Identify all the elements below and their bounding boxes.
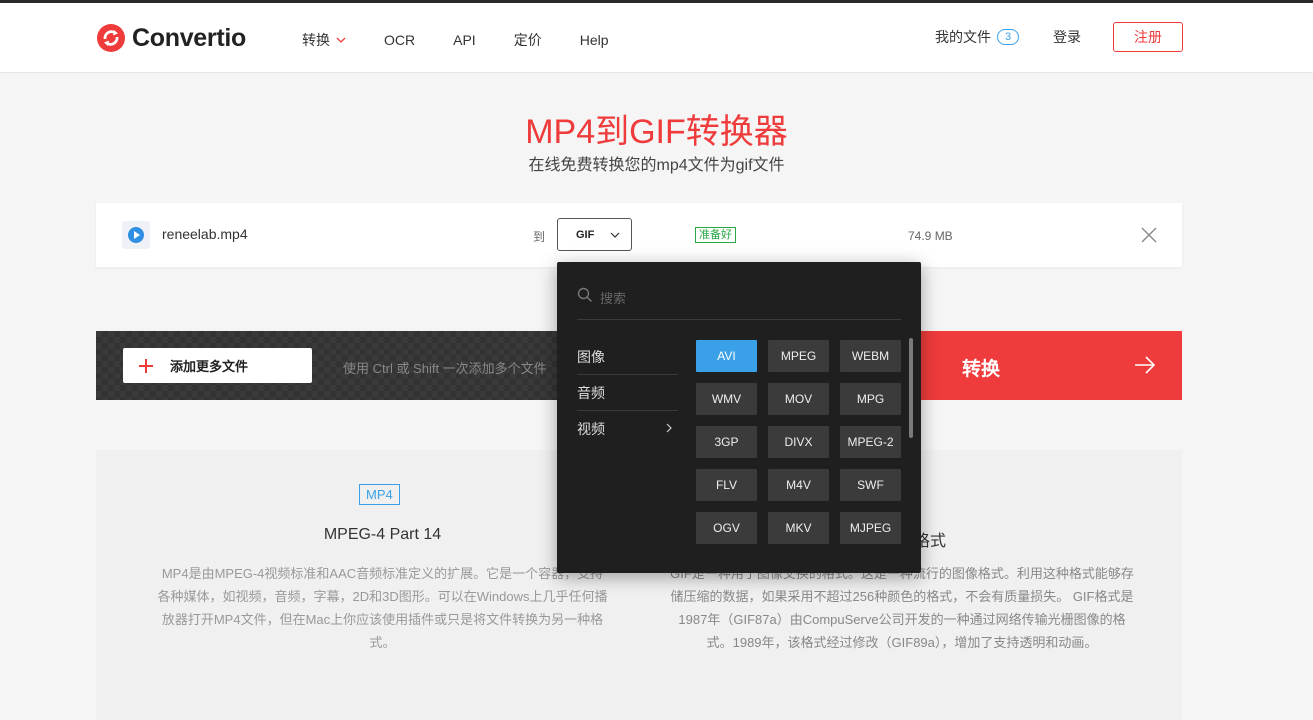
logo-text: Convertio	[132, 23, 246, 52]
file-count-badge: 3	[997, 29, 1019, 45]
format-option-mjpeg[interactable]: MJPEG	[840, 512, 901, 544]
chevron-down-icon	[610, 232, 620, 238]
category-video[interactable]: 视频	[577, 411, 678, 447]
account-nav: 我的文件 3 登录 注册	[935, 22, 1183, 52]
category-image-label: 图像	[577, 349, 605, 365]
file-size: 74.9 MB	[908, 229, 953, 243]
file-row: reneelab.mp4 到 GIF 准备好 74.9 MB	[96, 203, 1182, 267]
nav-pricing[interactable]: 定价	[514, 30, 542, 50]
chevron-down-icon	[336, 37, 346, 43]
signup-button[interactable]: 注册	[1113, 22, 1183, 52]
format-option-mkv[interactable]: MKV	[768, 512, 829, 544]
logo[interactable]: Convertio	[96, 23, 246, 53]
format-option-mpg[interactable]: MPG	[840, 383, 901, 415]
nav-ocr[interactable]: OCR	[384, 30, 415, 50]
logo-icon	[97, 24, 125, 52]
category-audio[interactable]: 音频	[577, 375, 678, 411]
close-icon[interactable]	[1140, 226, 1158, 244]
page-subtitle: 在线免费转换您的mp4文件为gif文件	[528, 157, 785, 174]
my-files-label: 我的文件	[935, 29, 991, 45]
nav-help-label: Help	[579, 32, 609, 48]
arrow-right-icon	[1135, 356, 1156, 374]
play-icon	[128, 227, 144, 243]
dropdown-scrollbar[interactable]	[909, 338, 913, 438]
add-more-files-label: 添加更多文件	[170, 359, 249, 374]
search-placeholder: 搜索	[600, 291, 627, 306]
category-audio-label: 音频	[577, 385, 605, 401]
format-option-wmv[interactable]: WMV	[696, 383, 757, 415]
convert-button[interactable]: 转换	[919, 331, 1182, 400]
format-grid: AVI MPEG WEBM WMV MOV MPG 3GP DIVX MPEG-…	[696, 340, 902, 544]
nav-api[interactable]: API	[453, 30, 476, 50]
target-format-select[interactable]: GIF	[557, 218, 632, 251]
category-video-label: 视频	[577, 421, 605, 437]
source-format-description: MP4是由MPEG-4视频标准和AAC音频标准定义的扩展。它是一个容器，支持各种…	[157, 566, 608, 650]
add-more-files-button[interactable]: 添加更多文件	[123, 348, 312, 383]
page-title: MP4到GIF转换器	[525, 113, 788, 151]
format-option-ogv[interactable]: OGV	[696, 512, 757, 544]
nav-api-label: API	[453, 32, 476, 48]
chevron-right-icon	[666, 423, 672, 433]
target-format-description: GIF是一种用于图像交换的格式。这是一种流行的图像格式。利用这种格式能够存储压缩…	[670, 566, 1134, 650]
format-option-3gp[interactable]: 3GP	[696, 426, 757, 458]
my-files-link[interactable]: 我的文件 3	[935, 27, 1019, 47]
target-format-value: GIF	[576, 229, 595, 241]
file-name: reneelab.mp4	[162, 226, 248, 242]
format-search-input[interactable]: 搜索	[577, 284, 901, 320]
format-option-webm[interactable]: WEBM	[840, 340, 901, 372]
site-header: Convertio 转换 OCR API 定价 Help 我的文件 3 登录 注…	[0, 3, 1313, 73]
search-icon	[577, 287, 592, 302]
status-badge: 准备好	[695, 227, 736, 243]
format-option-mov[interactable]: MOV	[768, 383, 829, 415]
convert-label: 转换	[962, 359, 1001, 380]
format-option-mpeg-2[interactable]: MPEG-2	[840, 426, 901, 458]
format-option-flv[interactable]: FLV	[696, 469, 757, 501]
nav-help[interactable]: Help	[580, 30, 609, 50]
format-option-mpeg[interactable]: MPEG	[768, 340, 829, 372]
format-dropdown: 搜索 图像 音频 视频 AVI MPEG WEBM WMV MOV MPG 3G…	[557, 262, 921, 573]
format-option-avi[interactable]: AVI	[696, 340, 757, 372]
format-option-swf[interactable]: SWF	[840, 469, 901, 501]
category-list: 图像 音频 视频	[577, 339, 678, 447]
nav-ocr-label: OCR	[384, 32, 416, 48]
format-option-m4v[interactable]: M4V	[768, 469, 829, 501]
video-file-icon	[122, 221, 150, 249]
format-option-divx[interactable]: DIVX	[768, 426, 829, 458]
main-nav: 转换 OCR API 定价 Help	[302, 30, 647, 50]
nav-convert[interactable]: 转换	[302, 30, 346, 50]
login-link[interactable]: 登录	[1053, 27, 1081, 47]
nav-convert-label: 转换	[302, 32, 330, 48]
source-format-tag: MP4	[359, 484, 400, 505]
nav-pricing-label: 定价	[513, 32, 542, 48]
to-label: 到	[533, 230, 546, 244]
plus-icon	[139, 358, 153, 373]
category-image[interactable]: 图像	[577, 339, 678, 375]
multi-select-hint: 使用 Ctrl 或 Shift 一次添加多个文件	[343, 361, 547, 376]
